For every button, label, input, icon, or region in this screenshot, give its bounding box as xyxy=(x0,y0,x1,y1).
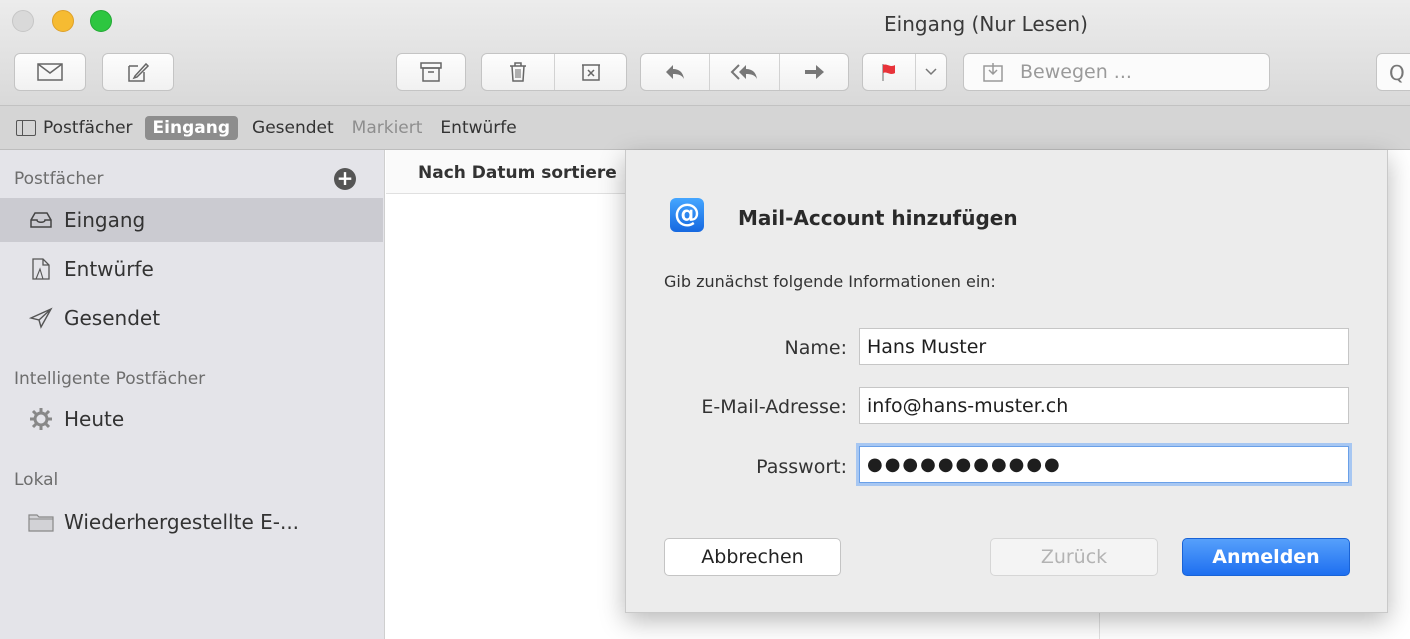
sidebar-item-eingang[interactable]: Eingang xyxy=(0,198,383,242)
dialog-title: Mail-Account hinzufügen xyxy=(738,206,1018,230)
compose-icon xyxy=(128,62,150,82)
gear-icon xyxy=(28,406,54,432)
dialog-subtitle: Gib zunächst folgende Informationen ein: xyxy=(664,272,996,291)
reply-icon xyxy=(666,65,684,79)
flag-segment xyxy=(862,53,947,91)
archive-icon xyxy=(420,62,442,82)
search-field[interactable]: Q xyxy=(1376,53,1410,91)
section-mailboxes: Postfächer xyxy=(14,169,104,189)
sidebar-item-label: Wiederhergestellte E-... xyxy=(64,510,300,534)
paper-plane-icon xyxy=(28,305,54,331)
chevron-down-icon xyxy=(925,68,937,76)
envelope-icon xyxy=(37,63,63,81)
section-local: Lokal xyxy=(14,470,59,490)
window-minimize-button[interactable] xyxy=(52,10,74,32)
window-maximize-button[interactable] xyxy=(90,10,112,32)
inbox-icon xyxy=(28,207,54,233)
get-mail-button[interactable] xyxy=(14,53,86,91)
email-label: E-Mail-Adresse: xyxy=(701,396,847,418)
search-icon: Q xyxy=(1389,61,1405,85)
sidebar-item-label: Heute xyxy=(64,407,125,431)
cancel-button[interactable]: Abbrechen xyxy=(664,538,841,576)
add-mail-account-dialog: @ Mail-Account hinzufügen Gib zunächst f… xyxy=(625,150,1388,613)
forward-button[interactable] xyxy=(779,54,848,90)
move-tray-icon xyxy=(983,63,1003,82)
junk-button[interactable] xyxy=(554,54,626,90)
reply-segment xyxy=(640,53,849,91)
compose-button[interactable] xyxy=(102,53,174,91)
favorite-entwuerfe[interactable]: Entwürfe xyxy=(440,118,516,138)
reply-all-icon xyxy=(730,64,757,80)
move-to-label: Bewegen ... xyxy=(1020,61,1132,83)
reply-all-button[interactable] xyxy=(709,54,779,90)
section-smart-mailboxes: Intelligente Postfächer xyxy=(14,369,206,389)
favorite-eingang[interactable]: Eingang xyxy=(144,115,239,140)
delete-junk-segment xyxy=(481,53,627,91)
name-field[interactable]: Hans Muster xyxy=(859,328,1349,365)
favorites-mailboxes-button[interactable]: Postfächer xyxy=(16,118,133,138)
sidebar-item-entwuerfe[interactable]: Entwürfe xyxy=(0,247,383,291)
mailbox-sidebar: Postfächer + Eingang Entwürfe Gesendet I… xyxy=(0,150,385,639)
window-close-button[interactable] xyxy=(12,10,34,32)
sidebar-item-gesendet[interactable]: Gesendet xyxy=(0,296,383,340)
sidebar-item-wiederhergestellte[interactable]: Wiederhergestellte E-... xyxy=(0,500,383,544)
favorites-bar: Postfächer Eingang Gesendet Markiert Ent… xyxy=(0,106,1410,150)
junk-icon xyxy=(581,64,600,81)
flag-button[interactable] xyxy=(863,54,915,90)
trash-icon xyxy=(510,62,526,82)
sidebar-item-label: Gesendet xyxy=(64,306,161,330)
flag-menu-button[interactable] xyxy=(915,54,946,90)
favorite-markiert[interactable]: Markiert xyxy=(352,118,423,138)
favorites-mailboxes-label: Postfächer xyxy=(43,117,133,138)
sidebar-item-label: Entwürfe xyxy=(64,257,154,281)
trash-button[interactable] xyxy=(482,54,554,90)
reply-button[interactable] xyxy=(641,54,709,90)
password-field[interactable]: ●●●●●●●●●●● xyxy=(859,446,1349,483)
sort-label: Nach Datum sortiere xyxy=(418,163,617,183)
archive-button[interactable] xyxy=(396,53,466,91)
add-mailbox-icon[interactable]: + xyxy=(334,168,356,190)
back-button[interactable]: Zurück xyxy=(990,538,1158,576)
folder-icon xyxy=(28,509,54,535)
sidebar-item-label: Eingang xyxy=(64,208,146,232)
flag-icon xyxy=(882,64,895,81)
name-label: Name: xyxy=(784,337,847,359)
sign-in-button[interactable]: Anmelden xyxy=(1182,538,1350,576)
window-title: Eingang (Nur Lesen) xyxy=(884,12,1088,36)
move-to-button[interactable]: Bewegen ... xyxy=(963,53,1270,91)
email-field[interactable]: info@hans-muster.ch xyxy=(859,387,1349,424)
favorite-gesendet[interactable]: Gesendet xyxy=(252,118,334,138)
forward-arrow-icon xyxy=(805,65,824,79)
window-toolbar: Eingang (Nur Lesen) Bewegen ... Q xyxy=(0,0,1410,106)
mail-at-icon: @ xyxy=(670,198,704,232)
password-label: Passwort: xyxy=(756,456,847,478)
sidebar-item-heute[interactable]: Heute xyxy=(0,397,383,441)
sidebar-toggle-icon xyxy=(16,119,36,136)
document-icon xyxy=(28,256,54,282)
